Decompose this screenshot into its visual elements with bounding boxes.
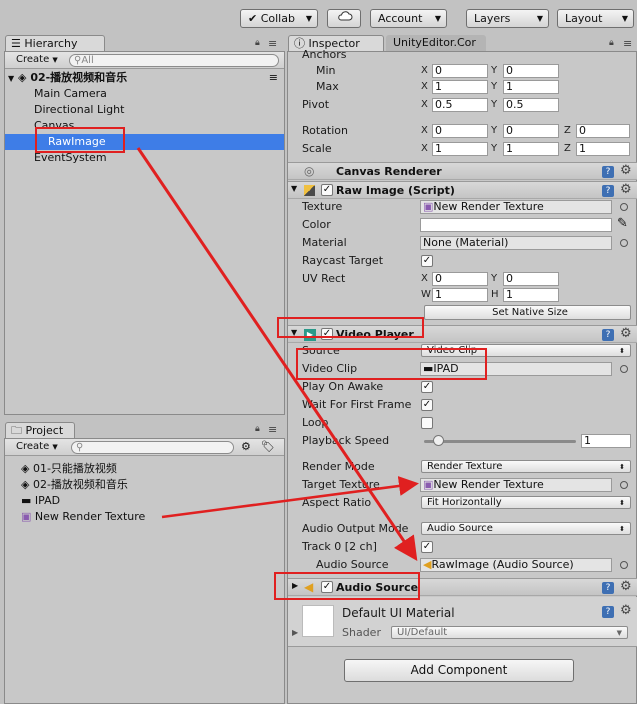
annotation-arrows [136, 147, 419, 561]
arrow-rawimage-to-audio-source [136, 147, 418, 561]
